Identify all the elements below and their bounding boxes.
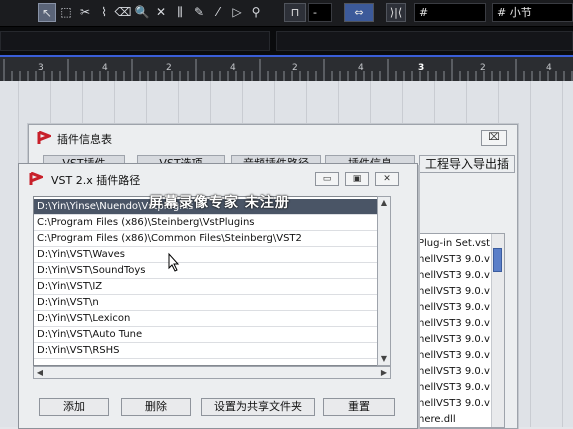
- close-icon: ✕: [383, 174, 391, 184]
- path-list-horizontal-scrollbar[interactable]: ◀ ▶: [33, 366, 391, 379]
- grid-icon: #: [419, 6, 429, 19]
- path-list-item[interactable]: C:\Program Files (x86)\Common Files\Stei…: [34, 231, 378, 247]
- erase-tool-icon[interactable]: ⌫: [114, 3, 132, 22]
- scroll-up-arrow-icon[interactable]: ▲: [378, 197, 390, 209]
- minimize-button[interactable]: ▭: [315, 172, 339, 186]
- ruler-bar-number: 2: [292, 63, 298, 73]
- path-list-item[interactable]: C:\Program Files (x86)\Steinberg\VstPlug…: [34, 215, 378, 231]
- grid-line: [562, 81, 563, 427]
- close-button[interactable]: ✕: [375, 172, 399, 186]
- cubase-logo-icon: [37, 131, 51, 144]
- path-list-vertical-scrollbar[interactable]: ▲ ▼: [377, 196, 391, 366]
- restore-button[interactable]: ▣: [345, 172, 369, 186]
- quantize-field[interactable]: # 小节: [492, 3, 573, 22]
- vst-path-list[interactable]: D:\Yin\Yinse\Nuendo\Vstplugins C:\Program…: [33, 196, 391, 366]
- info-pane-right: [276, 31, 573, 51]
- ruler-bar-number: 2: [166, 63, 172, 73]
- ruler-bar-number: 4: [358, 63, 364, 73]
- remove-path-button[interactable]: 删除: [121, 398, 191, 416]
- snap-button[interactable]: ⇔: [344, 3, 374, 22]
- draw-tool-icon[interactable]: ✎: [190, 3, 208, 22]
- ruler-bar-number: 4: [102, 63, 108, 73]
- ruler-bar-number: 3: [418, 63, 425, 73]
- nudge-field[interactable]: -: [308, 3, 332, 22]
- plugin-list-scroll-thumb[interactable]: [493, 248, 502, 272]
- range-tool-icon[interactable]: ⬚: [57, 3, 75, 22]
- snap-zero-icon: ⟩|⟨: [389, 6, 403, 19]
- snap-icon: ⇔: [354, 6, 364, 19]
- scroll-right-arrow-icon[interactable]: ▶: [378, 367, 390, 379]
- ruler-bar-number: 2: [480, 63, 486, 73]
- path-list-item[interactable]: D:\Yin\VST\n: [34, 295, 378, 311]
- minimize-icon: ▭: [322, 174, 332, 184]
- path-list-item[interactable]: D:\Yin\VST\SoundToys: [34, 263, 378, 279]
- ruler-bar-number: 4: [546, 63, 552, 73]
- cubase-logo-icon: [29, 172, 43, 185]
- ruler-bar-number: 3: [38, 63, 44, 73]
- scroll-down-arrow-icon[interactable]: ▼: [378, 353, 390, 365]
- time-warp-tool-icon[interactable]: ⫼: [171, 3, 189, 22]
- glue-tool-icon[interactable]: ⌇: [95, 3, 113, 22]
- plugin-dialog-title: 插件信息表: [57, 133, 112, 146]
- nudge-palette-icon[interactable]: ⊓: [284, 3, 306, 22]
- tab-project-import-export[interactable]: 工程导入导出插件: [419, 155, 515, 173]
- recorder-watermark: 屏幕录像专家 未注册: [149, 195, 290, 211]
- plugin-dialog-titlebar[interactable]: 插件信息表 ⌧: [29, 125, 517, 151]
- mouse-cursor-icon: [168, 252, 180, 272]
- timeline-ruler[interactable]: 3 4 2 4 2 4 3 2 4: [0, 55, 573, 81]
- path-list-item[interactable]: D:\Yin\VST\Lexicon: [34, 311, 378, 327]
- scroll-left-arrow-icon[interactable]: ◀: [34, 367, 46, 379]
- quantize-grid-icon: #: [497, 6, 507, 19]
- zoom-tool-icon[interactable]: 🔍: [133, 3, 151, 22]
- main-toolbar: ↖ ⬚ ✂ ⌇ ⌫ 🔍 ✕ ⫼ ✎ ⁄ ▷ ⚲ ⊓ - ⇔ ⟩|⟨ # # 小节: [0, 0, 573, 27]
- mute-tool-icon[interactable]: ✕: [152, 3, 170, 22]
- restore-icon: ▣: [352, 174, 362, 184]
- grid-type-field[interactable]: #: [414, 3, 486, 22]
- select-tool-icon[interactable]: ↖: [38, 3, 56, 22]
- info-pane-left: [0, 31, 270, 51]
- color-tool-icon[interactable]: ⚲: [247, 3, 265, 22]
- play-tool-icon[interactable]: ▷: [228, 3, 246, 22]
- vst2-plugin-path-dialog: VST 2.x 插件路径 ▭ ▣ ✕ D:\Yin\Yinse\Nuendo\V…: [18, 163, 418, 429]
- snap-to-zero-button[interactable]: ⟩|⟨: [386, 3, 406, 22]
- set-shared-folder-button[interactable]: 设置为共享文件夹: [201, 398, 315, 416]
- add-path-button[interactable]: 添加: [39, 398, 109, 416]
- path-list-item[interactable]: D:\Yin\VST\Auto Tune: [34, 327, 378, 343]
- plugin-file-list[interactable]: Plug-in Set.vst hellVST3 9.0.v hellVST3 9.…: [417, 233, 505, 428]
- path-list-item[interactable]: D:\Yin\VST\RSHS: [34, 343, 378, 359]
- split-tool-icon[interactable]: ✂: [76, 3, 94, 22]
- plugin-dialog-close-button[interactable]: ⌧: [481, 130, 507, 146]
- path-list-item[interactable]: D:\Yin\VST\IZ: [34, 279, 378, 295]
- info-line: [0, 27, 573, 55]
- path-list-item[interactable]: D:\Yin\VST\Waves: [34, 247, 378, 263]
- line-tool-icon[interactable]: ⁄: [209, 3, 227, 22]
- grid-line: [530, 81, 531, 427]
- ruler-bar-number: 4: [230, 63, 236, 73]
- ruler-ticks: [3, 59, 573, 81]
- reset-button[interactable]: 重置: [323, 398, 395, 416]
- vst-dialog-title: VST 2.x 插件路径: [51, 174, 141, 187]
- quantize-label: 小节: [509, 6, 532, 19]
